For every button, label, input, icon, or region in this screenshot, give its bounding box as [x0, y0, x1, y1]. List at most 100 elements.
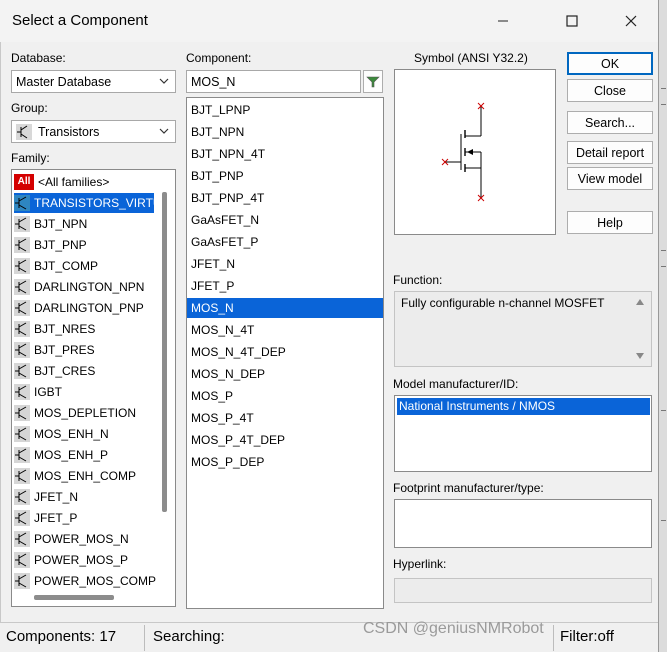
family-item[interactable]: DARLINGTON_PNP	[14, 298, 154, 318]
model-list[interactable]: National Instruments / NMOS	[394, 395, 652, 472]
component-label: Component:	[186, 51, 252, 65]
family-item-label: <All families>	[38, 175, 110, 189]
component-search-input[interactable]: MOS_N	[186, 70, 361, 93]
family-list[interactable]: All <All families> TRANSISTORS_VIRTUAL BJT_…	[11, 169, 176, 607]
close-button[interactable]: Close	[567, 79, 653, 102]
scroll-down-icon[interactable]	[635, 352, 645, 360]
hyperlink-field[interactable]	[394, 578, 652, 603]
component-item[interactable]: MOS_P_4T_DEP	[187, 430, 383, 450]
ok-button[interactable]: OK	[567, 52, 653, 75]
family-item[interactable]: All <All families>	[14, 172, 154, 192]
family-vertical-scrollbar[interactable]	[162, 192, 167, 512]
component-item-label: BJT_NPN_4T	[191, 147, 266, 161]
component-list[interactable]: BJT_LPNP BJT_NPN BJT_NPN_4T BJT_PNP BJT_PNP_…	[186, 97, 384, 609]
component-item[interactable]: JFET_N	[187, 254, 383, 274]
family-item[interactable]: TRANSISTORS_VIRTUAL	[14, 193, 175, 213]
database-select[interactable]: Master Database	[11, 70, 176, 93]
power-mos-n-icon	[14, 531, 30, 547]
family-item[interactable]: POWER_MOS_COMP	[14, 571, 157, 591]
footprint-list[interactable]	[394, 499, 652, 548]
family-item[interactable]: BJT_NPN	[14, 214, 154, 234]
family-item-label: POWER_MOS_N	[34, 532, 129, 546]
maximize-button[interactable]	[549, 0, 595, 42]
family-item-label: MOS_ENH_P	[34, 448, 109, 462]
family-item[interactable]: MOS_ENH_COMP	[14, 466, 154, 486]
family-item[interactable]: BJT_CRES	[14, 361, 154, 381]
watermark-text: CSDN @geniusNMRobot	[363, 620, 544, 637]
filter-button[interactable]	[363, 70, 383, 93]
family-item[interactable]: IGBT	[14, 382, 154, 402]
component-item-label: GaAsFET_N	[191, 213, 260, 227]
family-item[interactable]: POWER_MOS_P	[14, 550, 154, 570]
component-item[interactable]: MOS_N_4T	[187, 320, 383, 340]
component-item[interactable]: BJT_NPN_4T	[187, 144, 383, 164]
family-item[interactable]: MOS_ENH_P	[14, 445, 154, 465]
database-value: Master Database	[16, 74, 112, 89]
component-item[interactable]: GaAsFET_P	[187, 232, 383, 252]
component-item[interactable]: BJT_LPNP	[187, 100, 383, 120]
component-item[interactable]: JFET_P	[187, 276, 383, 296]
maximize-icon	[566, 15, 578, 27]
component-item[interactable]: GaAsFET_N	[187, 210, 383, 230]
family-item-label: BJT_CRES	[34, 364, 96, 378]
group-select[interactable]: Transistors	[11, 120, 176, 143]
mos-depletion-icon	[14, 405, 30, 421]
family-item[interactable]: BJT_COMP	[14, 256, 154, 276]
family-item[interactable]: JFET_N	[14, 487, 154, 507]
component-item[interactable]: MOS_N_4T_DEP	[187, 342, 383, 362]
component-item[interactable]: MOS_N	[187, 298, 383, 318]
component-item[interactable]: MOS_N_DEP	[187, 364, 383, 384]
status-divider	[144, 625, 145, 651]
family-item-label: DARLINGTON_PNP	[34, 301, 144, 315]
component-item[interactable]: MOS_P_DEP	[187, 452, 383, 472]
transistor-icon	[16, 123, 32, 140]
bjt-pnp-icon	[14, 237, 30, 253]
group-value: Transistors	[38, 124, 100, 139]
family-item-label: BJT_PNP	[34, 238, 87, 252]
component-item-label: GaAsFET_P	[191, 235, 259, 249]
view-model-button[interactable]: View model	[567, 167, 653, 190]
family-item-label: TRANSISTORS_VIRTUAL	[34, 196, 176, 210]
component-item[interactable]: BJT_PNP_4T	[187, 188, 383, 208]
family-item-label: JFET_P	[34, 511, 78, 525]
search-button[interactable]: Search...	[567, 111, 653, 134]
family-item[interactable]: DARLINGTON_NPN	[14, 277, 154, 297]
family-item[interactable]: BJT_PNP	[14, 235, 154, 255]
component-item-label: BJT_PNP	[191, 169, 244, 183]
component-item-label: BJT_NPN	[191, 125, 245, 139]
family-item-label: BJT_COMP	[34, 259, 99, 273]
family-item[interactable]: JFET_P	[14, 508, 154, 528]
family-horizontal-scrollbar[interactable]	[34, 595, 114, 600]
filter-status: Filter:off	[560, 628, 614, 645]
family-item[interactable]: BJT_NRES	[14, 319, 154, 339]
family-item-label: DARLINGTON_NPN	[34, 280, 145, 294]
family-item-label: BJT_PRES	[34, 343, 95, 357]
scroll-up-icon[interactable]	[635, 298, 645, 306]
family-item-label: POWER_MOS_COMP	[34, 574, 157, 588]
family-item-label: MOS_DEPLETION	[34, 406, 137, 420]
component-item[interactable]: BJT_NPN	[187, 122, 383, 142]
component-item-label: BJT_PNP_4T	[191, 191, 265, 205]
component-item[interactable]: BJT_PNP	[187, 166, 383, 186]
virtual-transistor-icon	[14, 195, 30, 211]
help-button[interactable]: Help	[567, 211, 653, 234]
family-item[interactable]: MOS_DEPLETION	[14, 403, 154, 423]
close-window-button[interactable]	[608, 0, 654, 42]
family-label: Family:	[11, 151, 50, 165]
bjt-pres-icon	[14, 342, 30, 358]
family-item[interactable]: MOS_ENH_N	[14, 424, 154, 444]
minimize-button[interactable]	[480, 0, 526, 42]
component-item[interactable]: MOS_P	[187, 386, 383, 406]
detail-report-button[interactable]: Detail report	[567, 141, 653, 164]
component-item[interactable]: MOS_P_4T	[187, 408, 383, 428]
family-item[interactable]: POWER_MOS_N	[14, 529, 154, 549]
mos-enh-p-icon	[14, 447, 30, 463]
mos-enh-n-icon	[14, 426, 30, 442]
jfet-p-icon	[14, 510, 30, 526]
component-value: MOS_N	[191, 74, 236, 89]
family-item-label: IGBT	[34, 385, 63, 399]
nmos-symbol-icon	[441, 102, 485, 202]
model-item[interactable]: National Instruments / NMOS	[397, 398, 650, 415]
hyperlink-label: Hyperlink:	[393, 557, 447, 571]
family-item[interactable]: BJT_PRES	[14, 340, 154, 360]
